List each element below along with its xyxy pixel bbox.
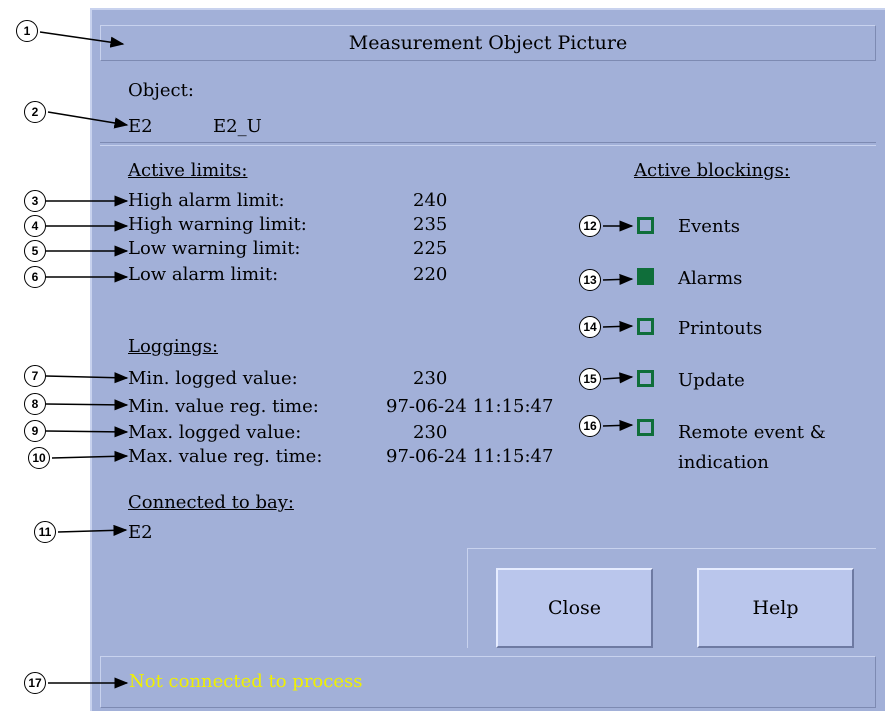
logging-label: Max. logged value: — [128, 422, 302, 443]
window-title: Measurement Object Picture — [348, 32, 628, 54]
help-button[interactable]: Help — [697, 568, 854, 648]
blocking-printouts-checkbox[interactable] — [637, 318, 654, 335]
callout-1: 1 — [16, 20, 38, 42]
blocking-update-checkbox[interactable] — [637, 370, 654, 387]
callout-4: 4 — [24, 215, 46, 237]
callout-7: 7 — [24, 365, 46, 387]
object-name: E2 — [128, 116, 153, 137]
logging-value: 97-06-24 11:15:47 — [386, 396, 554, 417]
callout-6: 6 — [24, 266, 46, 288]
callout-2: 2 — [24, 101, 46, 123]
callout-5: 5 — [24, 240, 46, 262]
callout-10: 10 — [28, 447, 50, 469]
window-title-bar: Measurement Object Picture — [100, 25, 876, 61]
callout-13: 13 — [579, 269, 601, 291]
limit-value: 240 — [413, 190, 448, 211]
callout-9: 9 — [24, 420, 46, 442]
logging-value: 97-06-24 11:15:47 — [386, 446, 554, 467]
blocking-label: Update — [678, 370, 745, 391]
logging-label: Min. value reg. time: — [128, 396, 319, 417]
object-label: Object: — [128, 80, 194, 101]
active-limits-header: Active limits: — [128, 160, 248, 181]
object-id: E2_U — [213, 116, 262, 137]
blocking-label: Printouts — [678, 318, 763, 339]
blocking-alarms-checkbox[interactable] — [637, 268, 654, 285]
blocking-label: Alarms — [678, 268, 743, 289]
callout-11: 11 — [34, 521, 56, 543]
limit-value: 220 — [413, 264, 448, 285]
callout-8: 8 — [24, 393, 46, 415]
callout-14: 14 — [579, 316, 601, 338]
logging-label: Min. logged value: — [128, 368, 298, 389]
limit-label: Low warning limit: — [128, 238, 301, 259]
close-button[interactable]: Close — [496, 568, 653, 648]
limit-label: High alarm limit: — [128, 190, 285, 211]
blocking-label-continued: indication — [678, 452, 769, 473]
callout-17: 17 — [24, 672, 46, 694]
limit-label: Low alarm limit: — [128, 264, 279, 285]
limit-value: 235 — [413, 214, 448, 235]
callout-15: 15 — [579, 368, 601, 390]
limit-value: 225 — [413, 238, 448, 259]
status-bar: Not connected to process — [100, 656, 876, 708]
logging-label: Max. value reg. time: — [128, 446, 323, 467]
callout-12: 12 — [579, 215, 601, 237]
active-blockings-header: Active blockings: — [634, 160, 790, 181]
blocking-label: Remote event & — [678, 422, 826, 443]
callout-16: 16 — [579, 415, 601, 437]
limit-label: High warning limit: — [128, 214, 307, 235]
callout-3: 3 — [24, 190, 46, 212]
logging-value: 230 — [413, 368, 448, 389]
loggings-header: Loggings: — [128, 336, 219, 357]
blocking-events-checkbox[interactable] — [637, 217, 654, 234]
blocking-remote-checkbox[interactable] — [637, 419, 654, 436]
logging-value: 230 — [413, 422, 448, 443]
connected-bay-value: E2 — [128, 522, 153, 543]
blocking-label: Events — [678, 216, 741, 237]
status-text: Not connected to process — [129, 671, 363, 692]
connected-bay-header: Connected to bay: — [128, 492, 294, 513]
